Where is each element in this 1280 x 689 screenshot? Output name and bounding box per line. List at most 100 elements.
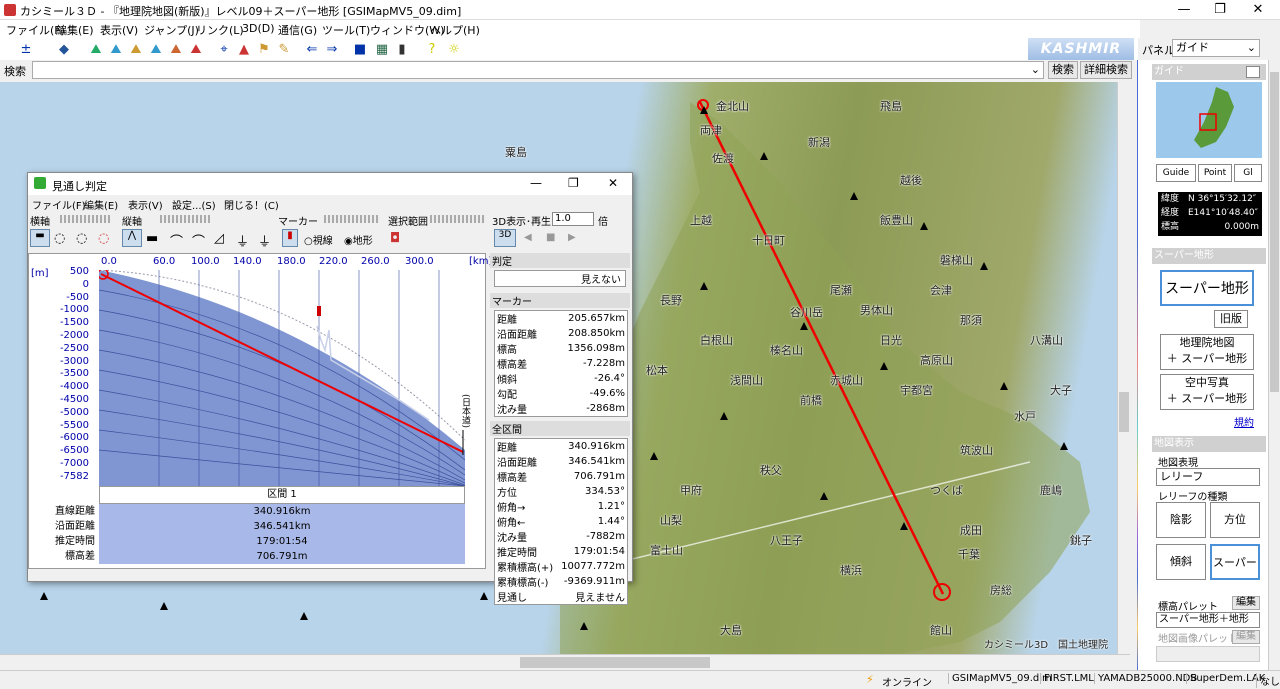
camera-icon[interactable]: ■: [352, 42, 368, 58]
marker-pin: [317, 306, 321, 316]
marker-header: マーカー: [490, 293, 630, 308]
plug-icon[interactable]: ⏚: [236, 231, 249, 250]
old-version-button[interactable]: 旧版: [1214, 310, 1248, 328]
speed-select[interactable]: 1.0: [552, 212, 594, 226]
3d-view-icon[interactable]: 3D: [494, 229, 516, 247]
photo-super-button[interactable]: 空中写真 ＋ スーパー地形: [1160, 374, 1254, 410]
menu-view[interactable]: 表示(V): [100, 22, 138, 38]
forward-icon[interactable]: ⇒: [324, 42, 340, 58]
marker-slider[interactable]: [324, 215, 380, 223]
layer4-icon[interactable]: ⛰: [148, 42, 164, 58]
dlg-menu-view[interactable]: 表示(V): [128, 197, 163, 212]
menu-jump[interactable]: ジャンプ(J): [144, 22, 199, 38]
img-palette-select[interactable]: [1156, 646, 1260, 662]
panel-select[interactable]: ガイド ⌄: [1172, 39, 1260, 57]
search-input[interactable]: ⌄: [32, 61, 1044, 79]
layer2-icon[interactable]: ⛰: [108, 42, 124, 58]
about-icon[interactable]: ☼: [446, 42, 462, 58]
layer6-icon[interactable]: ⛰: [188, 42, 204, 58]
marker-pin-icon[interactable]: ▮: [282, 229, 298, 247]
img-palette-edit-button[interactable]: 編集: [1232, 630, 1260, 644]
y-tick: -2500: [59, 342, 89, 354]
map-label: 金北山: [716, 100, 749, 113]
play-icon[interactable]: ▶: [568, 232, 576, 243]
dlg-menu-close[interactable]: 閉じる！(C): [224, 197, 279, 212]
image-icon[interactable]: ▦: [374, 42, 390, 58]
vscroll-thumb[interactable]: [1119, 392, 1129, 432]
curve2-icon[interactable]: ⌒: [192, 231, 205, 250]
rewind-icon[interactable]: ◀: [524, 232, 532, 243]
menu-help[interactable]: ヘルプ(H): [430, 22, 480, 38]
panel-scroll-thumb[interactable]: [1270, 72, 1279, 392]
slope-button[interactable]: 傾斜: [1156, 544, 1206, 580]
menu-edit[interactable]: 編集(E): [56, 22, 94, 38]
layer-icon[interactable]: ⛰: [88, 42, 104, 58]
profile-icon[interactable]: ⋀: [122, 229, 142, 247]
direction-button[interactable]: 方位: [1210, 502, 1260, 538]
ruler-icon[interactable]: ✎: [276, 42, 292, 58]
dlg-menu-settings[interactable]: 設定...(S): [172, 197, 216, 212]
help-icon[interactable]: ?: [424, 42, 440, 58]
v-axis-slider[interactable]: [160, 215, 210, 223]
radio-terrain[interactable]: ◉地形: [344, 232, 373, 247]
tab-gl[interactable]: Gl: [1234, 164, 1262, 182]
section-values: 340.916km 346.541km 179:01:54 706.791m: [99, 504, 465, 564]
dlg-menu-file[interactable]: ファイル(F): [32, 197, 86, 212]
gsi-super-button[interactable]: 地理院地図 ＋ スーパー地形: [1160, 334, 1254, 370]
select-range-slider[interactable]: [430, 215, 486, 223]
flat-icon[interactable]: ▬: [30, 229, 50, 247]
super-terrain-button[interactable]: スーパー地形: [1160, 270, 1254, 306]
maximize-button[interactable]: ❐: [1202, 0, 1238, 20]
select-icon[interactable]: ◘: [390, 231, 400, 246]
radio-line[interactable]: ○視線: [304, 232, 333, 247]
menu-3d[interactable]: 3D(D): [242, 22, 275, 35]
back-icon[interactable]: ⇐: [304, 42, 320, 58]
menu-comm[interactable]: 通信(G): [278, 22, 317, 38]
search-button[interactable]: 検索: [1048, 61, 1078, 79]
globe3-icon[interactable]: ◌: [98, 231, 109, 246]
device-icon[interactable]: ▮: [394, 42, 410, 58]
palette-select[interactable]: スーパー地形＋地形: [1156, 612, 1260, 628]
curve-icon[interactable]: ⌒: [170, 231, 183, 250]
binoculars-icon[interactable]: ⌖: [216, 42, 232, 58]
marker-icon[interactable]: ▲: [236, 42, 252, 58]
globe2-icon[interactable]: ◌: [76, 231, 87, 246]
dialog-maximize[interactable]: ❐: [568, 176, 579, 190]
menu-link[interactable]: リンク(L): [196, 22, 244, 38]
map-label: 房総: [990, 584, 1012, 597]
plug2-icon[interactable]: ⏚: [258, 231, 271, 250]
collapse-button[interactable]: [1246, 66, 1260, 78]
palette-edit-button[interactable]: 編集: [1232, 596, 1260, 610]
h-axis-slider[interactable]: [60, 215, 110, 223]
layer5-icon[interactable]: ⛰: [168, 42, 184, 58]
dialog-close[interactable]: ✕: [608, 176, 618, 190]
stop-icon[interactable]: ■: [546, 232, 555, 243]
map-vscroll[interactable]: [1117, 82, 1130, 654]
shade-button[interactable]: 陰影: [1156, 502, 1206, 538]
tab-guide[interactable]: Guide: [1156, 164, 1196, 182]
zoom-icon[interactable]: ±: [18, 42, 34, 58]
menu-tools[interactable]: ツール(T): [322, 22, 370, 38]
detail-search-button[interactable]: 詳細検索: [1080, 61, 1132, 79]
route-icon[interactable]: ⚑: [256, 42, 272, 58]
close-button[interactable]: ✕: [1240, 0, 1276, 20]
angle-icon[interactable]: ◿: [214, 231, 224, 246]
minimize-button[interactable]: —: [1166, 0, 1202, 20]
map-label: 水戸: [1014, 410, 1036, 423]
relief-select[interactable]: レリーフ: [1156, 468, 1260, 486]
layer3-icon[interactable]: ⛰: [128, 42, 144, 58]
dlg-menu-edit[interactable]: 編集(E): [84, 197, 118, 212]
panel-scrollbar[interactable]: [1268, 60, 1280, 670]
stat-row: 俯角← 1.44°: [495, 514, 628, 529]
globe-icon[interactable]: ◌: [54, 231, 65, 246]
hscroll-thumb[interactable]: [520, 657, 710, 668]
terms-link[interactable]: 規約: [1234, 414, 1254, 429]
bar-icon[interactable]: ▬: [146, 231, 158, 246]
guide-minimap[interactable]: [1156, 82, 1262, 158]
tab-point[interactable]: Point: [1198, 164, 1232, 182]
super-button[interactable]: スーパー: [1210, 544, 1260, 580]
stat-value: 1.44°: [597, 516, 625, 527]
bookmark-icon[interactable]: ◆: [56, 42, 72, 58]
map-hscroll[interactable]: [0, 654, 1130, 670]
dialog-minimize[interactable]: —: [530, 176, 542, 190]
